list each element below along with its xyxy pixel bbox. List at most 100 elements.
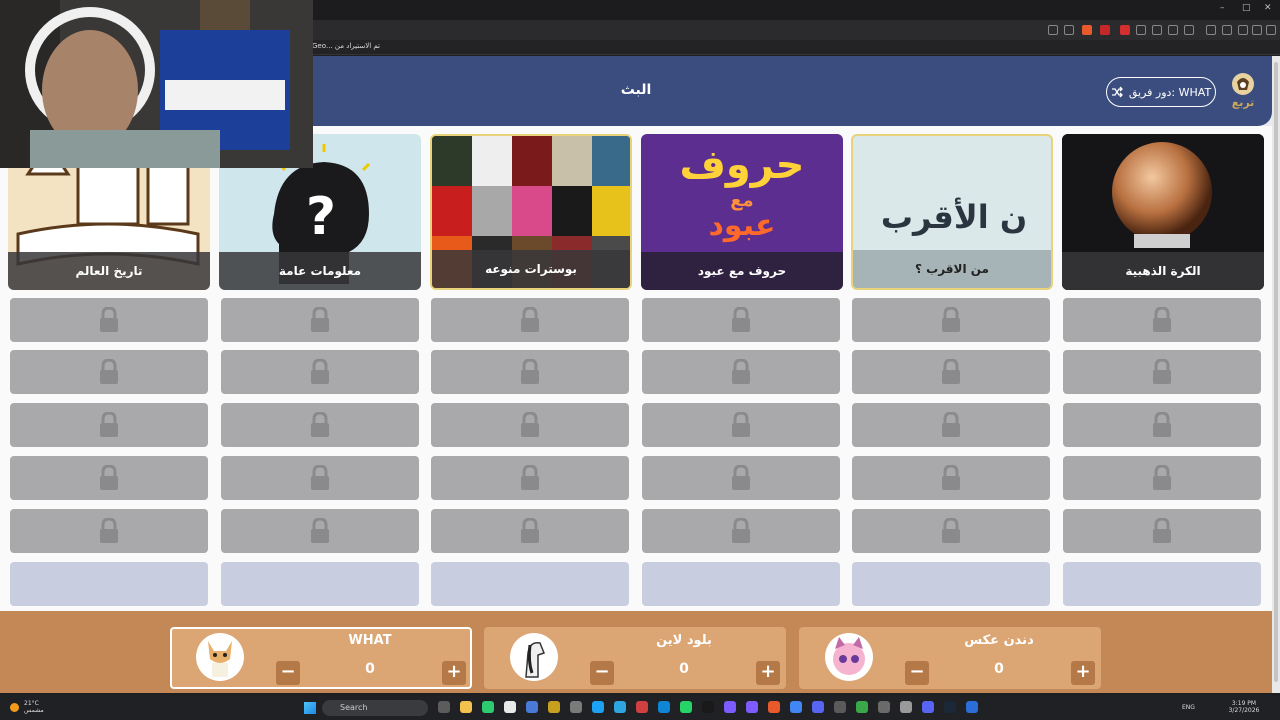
locked-question-cell[interactable]	[431, 350, 629, 394]
locked-question-cell[interactable]	[10, 456, 208, 500]
team-name: دندن عكس	[964, 633, 1034, 648]
locked-question-cell[interactable]	[1063, 298, 1261, 342]
app-icon[interactable]	[592, 701, 604, 713]
category-card-closest[interactable]: ن الأقرب من الاقرب ؟	[851, 134, 1053, 290]
chrome-icon[interactable]	[790, 701, 802, 713]
empty-question-cell[interactable]	[852, 562, 1050, 606]
locked-question-cell[interactable]	[431, 298, 629, 342]
language-indicator[interactable]: ENG	[1182, 704, 1195, 711]
locked-question-cell[interactable]	[852, 403, 1050, 447]
app-icon[interactable]	[900, 701, 912, 713]
team-turn-button[interactable]: دور فريق: WHAT	[1106, 77, 1216, 107]
locked-question-cell[interactable]	[10, 350, 208, 394]
locked-question-cell[interactable]	[852, 456, 1050, 500]
maximize-icon[interactable]: □	[1242, 3, 1251, 13]
extension-icon[interactable]	[1120, 25, 1130, 35]
rewards-icon[interactable]	[1100, 25, 1110, 35]
discord-icon[interactable]	[812, 701, 824, 713]
locked-question-cell[interactable]	[1063, 456, 1261, 500]
svg-text:?: ?	[306, 187, 336, 247]
locked-question-cell[interactable]	[431, 509, 629, 553]
empty-question-cell[interactable]	[10, 562, 208, 606]
empty-question-cell[interactable]	[221, 562, 419, 606]
lock-icon	[100, 359, 118, 384]
app-icon[interactable]	[922, 701, 934, 713]
locked-question-cell[interactable]	[10, 509, 208, 553]
app-icon[interactable]	[482, 701, 494, 713]
category-card-posters[interactable]: بوسترات منوعه	[430, 134, 632, 290]
category-card-letters[interactable]: حروف مع عبود حروف مع عبود	[641, 134, 843, 290]
zoom-icon[interactable]	[1152, 25, 1162, 35]
app-icon[interactable]	[746, 701, 758, 713]
extension-icon[interactable]	[1136, 25, 1146, 35]
plus-button[interactable]: +	[442, 661, 466, 685]
brave-icon[interactable]	[768, 701, 780, 713]
locked-question-cell[interactable]	[221, 456, 419, 500]
locked-question-cell[interactable]	[10, 298, 208, 342]
locked-question-cell[interactable]	[221, 298, 419, 342]
app-icon[interactable]	[878, 701, 890, 713]
minimize-icon[interactable]: –	[1220, 3, 1225, 13]
locked-question-cell[interactable]	[1063, 403, 1261, 447]
install-icon[interactable]	[1048, 25, 1058, 35]
weather-widget[interactable]: 21°C مشمس	[24, 700, 44, 714]
app-icon[interactable]	[834, 701, 846, 713]
tiktok-icon[interactable]	[702, 701, 714, 713]
plus-button[interactable]: +	[756, 661, 780, 685]
weather-icon[interactable]	[10, 703, 19, 712]
shield-icon[interactable]	[1252, 25, 1262, 35]
extension-icon[interactable]	[1168, 25, 1178, 35]
vpn-icon[interactable]	[1238, 25, 1248, 35]
steam-icon[interactable]	[944, 701, 956, 713]
share-icon[interactable]	[1064, 25, 1074, 35]
locked-question-cell[interactable]	[642, 456, 840, 500]
lock-icon	[521, 307, 539, 332]
locked-question-cell[interactable]	[642, 403, 840, 447]
locked-question-cell[interactable]	[431, 403, 629, 447]
empty-question-cell[interactable]	[1063, 562, 1261, 606]
locked-question-cell[interactable]	[1063, 350, 1261, 394]
brave-shield-icon[interactable]	[1082, 25, 1092, 35]
category-card-golden-ball[interactable]: الكرة الذهبية	[1062, 134, 1264, 290]
sidebar-icon[interactable]	[1206, 25, 1216, 35]
menu-icon[interactable]	[1266, 25, 1276, 35]
locked-question-cell[interactable]	[221, 509, 419, 553]
extension-icon[interactable]	[1184, 25, 1194, 35]
app-icon[interactable]	[966, 701, 978, 713]
clock[interactable]: 3:19 PM 3/27/2026	[1228, 700, 1260, 714]
horse-avatar-icon	[510, 633, 558, 681]
empty-question-cell[interactable]	[431, 562, 629, 606]
locked-question-cell[interactable]	[221, 350, 419, 394]
whatsapp-icon[interactable]	[680, 701, 692, 713]
app-icon[interactable]	[526, 701, 538, 713]
app-icon[interactable]	[548, 701, 560, 713]
bookmark-item[interactable]: تم الاستيراد من ...Geo	[312, 42, 380, 50]
lock-icon	[521, 465, 539, 490]
start-icon[interactable]	[304, 702, 316, 714]
task-view-icon[interactable]	[438, 701, 450, 713]
locked-question-cell[interactable]	[852, 350, 1050, 394]
locked-question-cell[interactable]	[852, 509, 1050, 553]
empty-question-cell[interactable]	[642, 562, 840, 606]
locked-question-cell[interactable]	[10, 403, 208, 447]
app-icon[interactable]	[570, 701, 582, 713]
app-icon[interactable]	[724, 701, 736, 713]
app-icon[interactable]	[636, 701, 648, 713]
locked-question-cell[interactable]	[642, 509, 840, 553]
locked-question-cell[interactable]	[1063, 509, 1261, 553]
locked-question-cell[interactable]	[642, 350, 840, 394]
telegram-icon[interactable]	[614, 701, 626, 713]
scrollbar-thumb[interactable]	[1274, 62, 1278, 682]
locked-question-cell[interactable]	[221, 403, 419, 447]
file-explorer-icon[interactable]	[460, 701, 472, 713]
notepad-icon[interactable]	[504, 701, 516, 713]
locked-question-cell[interactable]	[431, 456, 629, 500]
locked-question-cell[interactable]	[852, 298, 1050, 342]
minecraft-icon[interactable]	[856, 701, 868, 713]
plus-button[interactable]: +	[1071, 661, 1095, 685]
close-icon[interactable]: ✕	[1264, 3, 1272, 13]
locked-question-cell[interactable]	[642, 298, 840, 342]
taskbar-search[interactable]: Search	[322, 700, 428, 716]
edge-icon[interactable]	[658, 701, 670, 713]
split-view-icon[interactable]	[1222, 25, 1232, 35]
